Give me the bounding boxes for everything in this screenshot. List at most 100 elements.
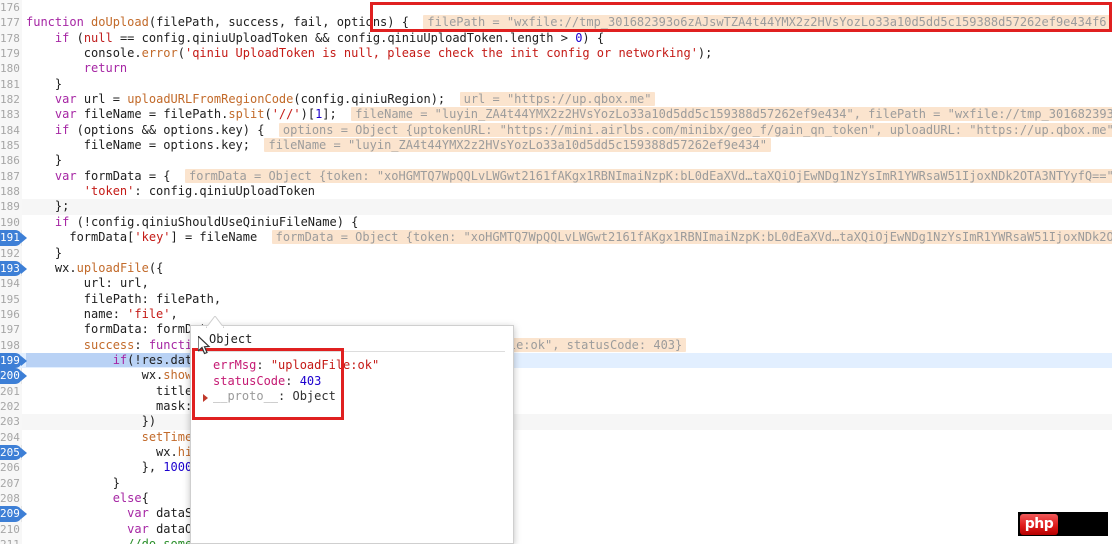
code-line-text: if (!config.qiniuShouldUseQiniuFileName)… <box>54 214 359 229</box>
line-number[interactable]: 196 <box>0 306 22 323</box>
code-line[interactable]: 201 title: '上传失败', <box>0 383 1112 399</box>
line-number[interactable]: 182 <box>0 92 22 108</box>
code-line[interactable]: 208 else{ <box>0 491 1112 507</box>
code-line[interactable]: 188 'token': config.qiniuUploadToken <box>0 184 1112 200</box>
code-line-text: filePath: filePath, <box>83 291 222 306</box>
code-line[interactable]: 202 mask: true, <box>0 398 1112 415</box>
code-line[interactable]: 184 if (options && options.key) { option… <box>0 122 1112 139</box>
line-number[interactable]: 178 <box>0 30 22 47</box>
code-line[interactable]: 194 url: url, <box>0 276 1112 292</box>
popup-property-row[interactable]: statusCode: 403 <box>203 374 513 390</box>
code-line[interactable]: 195 filePath: filePath, <box>0 291 1112 307</box>
line-number[interactable]: 205 <box>0 444 27 461</box>
line-number[interactable]: 192 <box>0 245 22 261</box>
expand-triangle-icon[interactable] <box>203 394 208 402</box>
code-line[interactable]: 187 var formData = { formData = Object {… <box>0 168 1112 185</box>
code-line[interactable]: 209 var dataString = res.data; <box>0 506 1112 522</box>
code-line[interactable]: 210 var dataObject = JSON.parse(dataStri… <box>0 521 1112 538</box>
code-line[interactable]: 199 if(!res.data){ <box>0 352 1112 369</box>
inline-debug-value: url = "https://up.qbox.me" <box>459 92 656 107</box>
line-number[interactable]: 184 <box>0 122 22 139</box>
line-number[interactable]: 206 <box>0 460 22 476</box>
property-value[interactable]: Object <box>292 389 335 403</box>
code-line[interactable]: 185 fileName = options.key; fileName = "… <box>0 138 1112 154</box>
code-line[interactable]: 191 formData['key'] = fileName formData … <box>0 230 1112 246</box>
code-line-text: var formData = { formData = Object {toke… <box>26 168 1112 184</box>
property-name: __proto__ <box>213 389 279 403</box>
line-number[interactable]: 185 <box>0 138 22 154</box>
code-line[interactable]: 186 } <box>0 153 1112 169</box>
code-line-text: } <box>26 153 63 168</box>
line-number[interactable]: 201 <box>0 383 22 399</box>
code-line[interactable]: 189 }; <box>0 199 1112 215</box>
code-line[interactable]: 192 } <box>0 245 1112 261</box>
property-value[interactable]: 403 <box>300 374 322 388</box>
line-number[interactable]: 202 <box>0 398 22 415</box>
object-inspector-popup[interactable]: Object errMsg: "uploadFile:ok" statusCode… <box>190 325 514 544</box>
code-line[interactable]: 205 wx.hideLoading() <box>0 444 1112 461</box>
code-line-text: if (null == config.qiniuUploadToken && c… <box>54 30 605 45</box>
code-line[interactable]: 178 if (null == config.qiniuUploadToken … <box>0 30 1112 47</box>
line-number[interactable]: 203 <box>0 414 22 430</box>
line-number[interactable]: 181 <box>0 76 22 93</box>
inline-debug-value: fileName = "luyin_ZA4t44YMX2z2HVsYozLo33… <box>264 138 771 153</box>
source-code-editor[interactable]: 176 177 function doUpload(filePath, succes… <box>0 0 1112 544</box>
code-lines-container[interactable]: 176 177 function doUpload(filePath, succes… <box>0 0 1112 544</box>
line-number[interactable]: 198 <box>0 337 22 353</box>
line-number[interactable]: 191 <box>0 230 27 246</box>
inline-debug-value: fileName = "luyin_ZA4t44YMX2z2HVsYozLo33… <box>351 107 1112 122</box>
line-number[interactable]: 188 <box>0 184 22 200</box>
line-number[interactable]: 195 <box>0 291 22 307</box>
code-line[interactable]: 180 return <box>0 61 1112 77</box>
popup-property-list[interactable]: errMsg: "uploadFile:ok" statusCode: 403 __… <box>191 352 513 405</box>
code-line[interactable]: 196 name: 'file', <box>0 306 1112 323</box>
popup-property-row[interactable]: errMsg: "uploadFile:ok" <box>203 358 513 374</box>
code-line-text: else{ <box>112 491 149 505</box>
line-number[interactable]: 180 <box>0 61 22 77</box>
code-line[interactable]: 198 success: function (res) { res = Obje… <box>0 336 1112 353</box>
line-number[interactable]: 183 <box>0 107 22 123</box>
inline-debug-value: filePath = "wxfile://tmp_301682393o6zAJs… <box>423 15 1112 30</box>
line-number[interactable]: 200 <box>0 368 27 384</box>
property-name: statusCode <box>213 373 286 388</box>
code-line-text: return <box>83 61 128 76</box>
code-line[interactable]: 177 function doUpload(filePath, success, … <box>0 15 1112 31</box>
line-number[interactable]: 204 <box>0 429 22 445</box>
property-value[interactable]: "uploadFile:ok" <box>271 358 379 372</box>
watermark-bar <box>1058 512 1108 536</box>
line-number[interactable]: 176 <box>0 0 22 16</box>
code-line[interactable]: 203 }) <box>0 414 1112 430</box>
line-number[interactable]: 177 <box>0 15 22 31</box>
line-number[interactable]: 179 <box>0 46 22 62</box>
popup-property-row[interactable]: __proto__: Object <box>203 389 513 405</box>
line-number[interactable]: 186 <box>0 153 22 169</box>
code-line[interactable]: 176 <box>0 0 1112 16</box>
line-number[interactable]: 194 <box>0 276 22 292</box>
code-line[interactable]: 204 setTimeout(function(){ <box>0 429 1112 445</box>
code-line[interactable]: 193 wx.uploadFile({ <box>0 260 1112 277</box>
code-line[interactable]: 179 console.error('qiniu UploadToken is … <box>0 46 1112 62</box>
code-line[interactable]: 207 } <box>0 475 1112 491</box>
code-line[interactable]: 197 formData: formData, <box>0 322 1112 338</box>
code-line[interactable]: 182 var url = uploadURLFromRegionCode(co… <box>0 92 1112 108</box>
line-number[interactable]: 208 <box>0 491 22 507</box>
line-number[interactable]: 207 <box>0 475 22 491</box>
line-number[interactable]: 197 <box>0 322 22 338</box>
code-line-text: if(!res.data){ <box>26 352 214 368</box>
code-line[interactable]: 200 wx.showLoading({ <box>0 368 1112 384</box>
line-number[interactable]: 211 <box>0 537 22 544</box>
code-line[interactable]: 206 }, 1000) <box>0 460 1112 476</box>
line-number[interactable]: 199 <box>0 352 27 369</box>
line-number[interactable]: 190 <box>0 214 22 231</box>
line-number[interactable]: 193 <box>0 260 27 277</box>
line-number[interactable]: 209 <box>0 506 27 522</box>
code-line-text: } <box>26 76 63 91</box>
line-number[interactable]: 210 <box>0 521 22 538</box>
code-line[interactable]: 183 var fileName = filePath.split('//')[… <box>0 107 1112 123</box>
code-line[interactable]: 190 if (!config.qiniuShouldUseQiniuFileN… <box>0 214 1112 231</box>
code-line-text: 'token': config.qiniuUploadToken <box>83 184 316 199</box>
line-number[interactable]: 189 <box>0 199 22 215</box>
code-line[interactable]: 211 //do something <box>0 537 1112 544</box>
line-number[interactable]: 187 <box>0 168 22 185</box>
code-line[interactable]: 181 } <box>0 76 1112 93</box>
